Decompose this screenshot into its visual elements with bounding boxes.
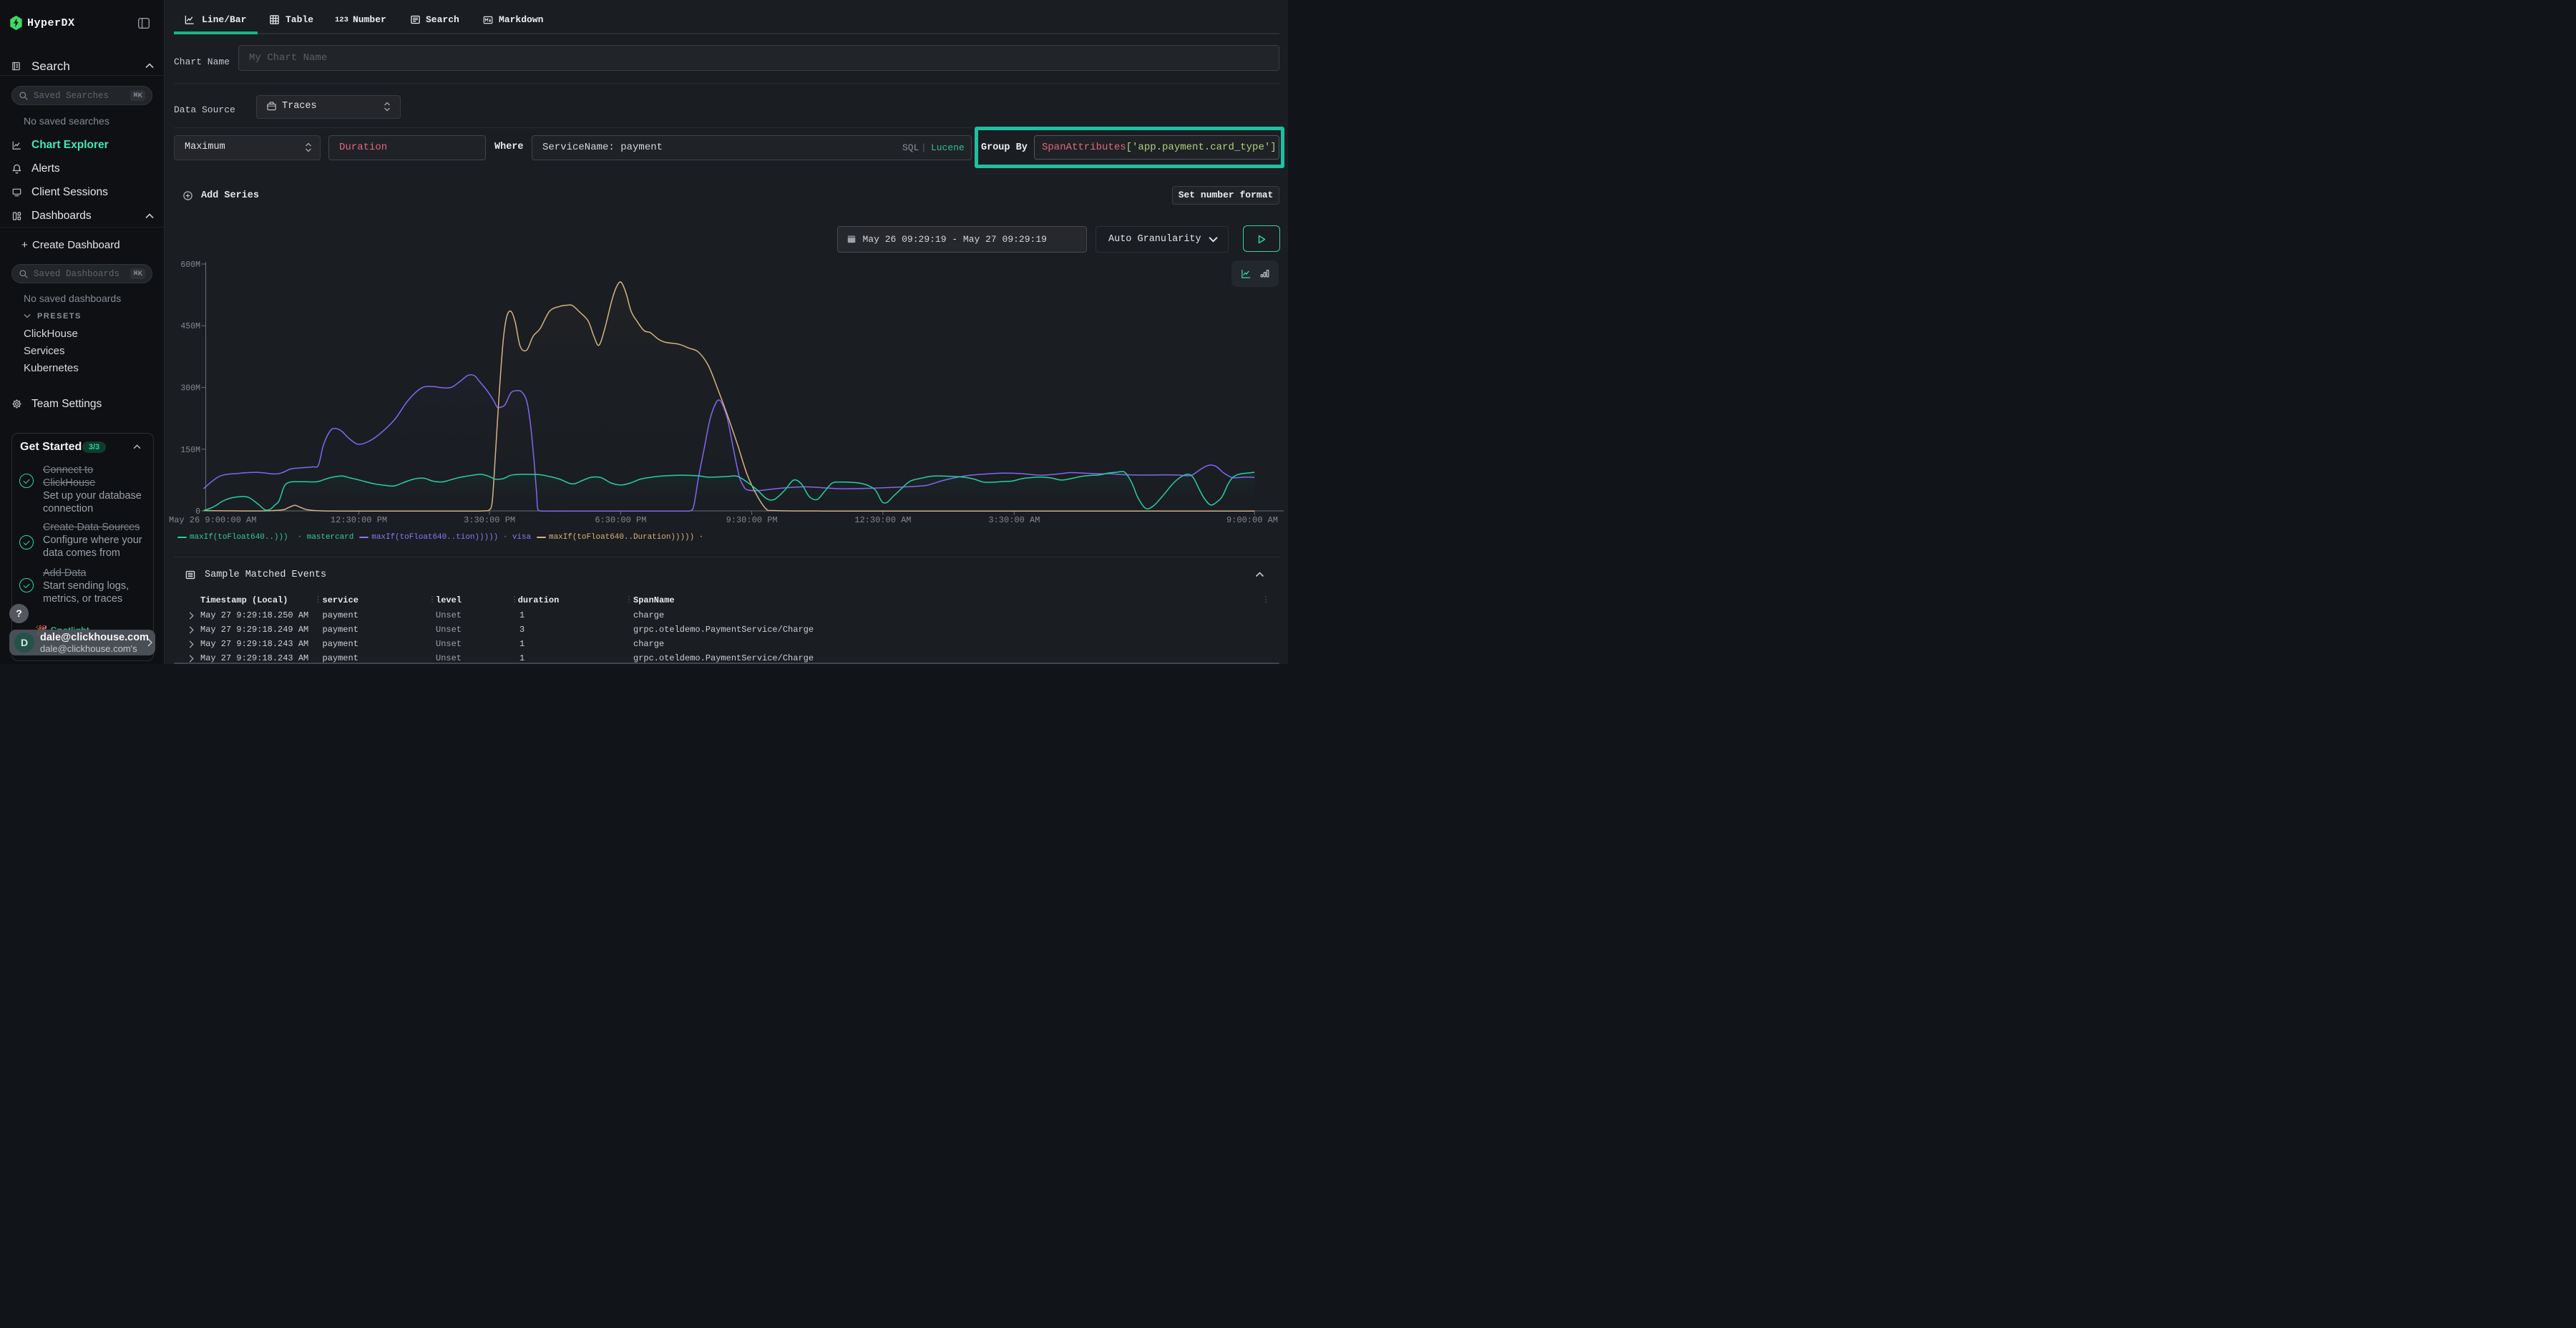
svg-text:May 26 9:00:00 AM: May 26 9:00:00 AM <box>169 515 256 525</box>
svg-text:450M: 450M <box>180 322 200 331</box>
svg-text:12:30:00 PM: 12:30:00 PM <box>331 515 387 525</box>
svg-text:12:30:00 AM: 12:30:00 AM <box>854 515 911 525</box>
svg-text:9:00:00 AM: 9:00:00 AM <box>1226 515 1278 525</box>
svg-text:300M: 300M <box>180 384 200 394</box>
svg-text:6:30:00 PM: 6:30:00 PM <box>595 515 646 525</box>
svg-text:3:30:00 AM: 3:30:00 AM <box>988 515 1040 525</box>
svg-text:150M: 150M <box>180 446 200 455</box>
svg-text:9:30:00 PM: 9:30:00 PM <box>726 515 778 525</box>
svg-text:600M: 600M <box>180 260 200 270</box>
svg-text:3:30:00 PM: 3:30:00 PM <box>464 515 515 525</box>
